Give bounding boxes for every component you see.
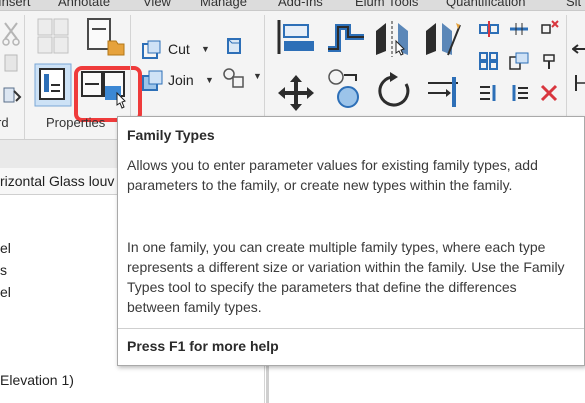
paste-icon[interactable] — [2, 53, 20, 73]
ribbon-tab-bar: Insert Annotate View Manage Add-Ins Elum… — [0, 0, 585, 11]
tab-quantification[interactable]: Quantification — [446, 0, 526, 9]
panel-divider — [24, 15, 25, 139]
panel-label-clipboard: rd — [0, 115, 9, 130]
tab-manage[interactable]: Manage — [200, 0, 247, 9]
scissors-icon[interactable] — [2, 21, 22, 47]
split-element-icon[interactable] — [478, 19, 500, 39]
copy-icon[interactable] — [326, 67, 366, 111]
rotate-icon[interactable] — [376, 71, 412, 111]
tab-site[interactable]: Sit — [566, 0, 581, 9]
tooltip-title: Family Types — [127, 127, 215, 143]
tab-elum-tools[interactable]: Elum Tools — [355, 0, 418, 9]
chevron-down-icon[interactable]: ▼ — [253, 71, 262, 81]
pin-icon[interactable] — [538, 51, 560, 71]
tree-item[interactable]: Elevation 1) — [0, 372, 74, 388]
chevron-down-icon[interactable]: ▼ — [205, 75, 214, 85]
array-icon[interactable] — [478, 51, 500, 71]
tree-item[interactable]: s — [0, 262, 7, 278]
offset-icon[interactable] — [326, 19, 366, 57]
measure-icon[interactable] — [572, 39, 585, 59]
split-gap-icon[interactable] — [508, 19, 530, 39]
load-family-icon[interactable] — [86, 17, 126, 57]
tooltip-divider — [118, 328, 584, 329]
cut-geometry-icon[interactable] — [142, 40, 162, 60]
tooltip-details: In one family, you can create multiple f… — [127, 239, 565, 315]
family-types-tooltip: Family Types Allows you to enter paramet… — [117, 116, 585, 366]
family-category-icon[interactable] — [36, 17, 72, 57]
align-icon[interactable] — [276, 17, 316, 57]
dimension-icon[interactable] — [572, 73, 585, 93]
delete-icon[interactable] — [538, 83, 560, 103]
panel-label-properties: Properties — [46, 115, 106, 130]
properties-palette-button[interactable] — [34, 63, 72, 107]
tab-insert[interactable]: Insert — [0, 0, 31, 9]
move-icon[interactable] — [276, 73, 316, 113]
scale-icon[interactable] — [508, 51, 530, 71]
family-types-highlight — [74, 66, 142, 122]
chevron-down-icon[interactable]: ▼ — [201, 44, 210, 54]
tree-item[interactable]: el — [0, 240, 11, 256]
mirror-draw-axis-icon[interactable] — [424, 19, 464, 59]
join-label[interactable]: Join — [168, 72, 194, 88]
cube-icon[interactable] — [224, 37, 244, 57]
mirror-pick-axis-icon[interactable] — [374, 19, 412, 59]
tree-item[interactable]: el — [0, 284, 11, 300]
view-tab[interactable]: rizontal Glass louv — [0, 168, 125, 195]
tab-view[interactable]: View — [143, 0, 171, 9]
trim-extend-icon[interactable] — [424, 71, 464, 111]
unpin-icon[interactable] — [538, 19, 560, 39]
void-geometry-icon[interactable] — [222, 67, 246, 89]
match-properties-icon[interactable] — [2, 85, 22, 107]
tab-annotate[interactable]: Annotate — [58, 0, 110, 9]
cut-label[interactable]: Cut — [168, 41, 190, 57]
split-with-gap-icon[interactable] — [478, 83, 500, 103]
join-geometry-icon[interactable] — [142, 70, 164, 92]
tooltip-description: Allows you to enter parameter values for… — [127, 157, 538, 193]
tab-add-ins[interactable]: Add-Ins — [278, 0, 323, 9]
tooltip-help: Press F1 for more help — [127, 338, 279, 354]
trim-multiple-icon[interactable] — [508, 83, 530, 103]
